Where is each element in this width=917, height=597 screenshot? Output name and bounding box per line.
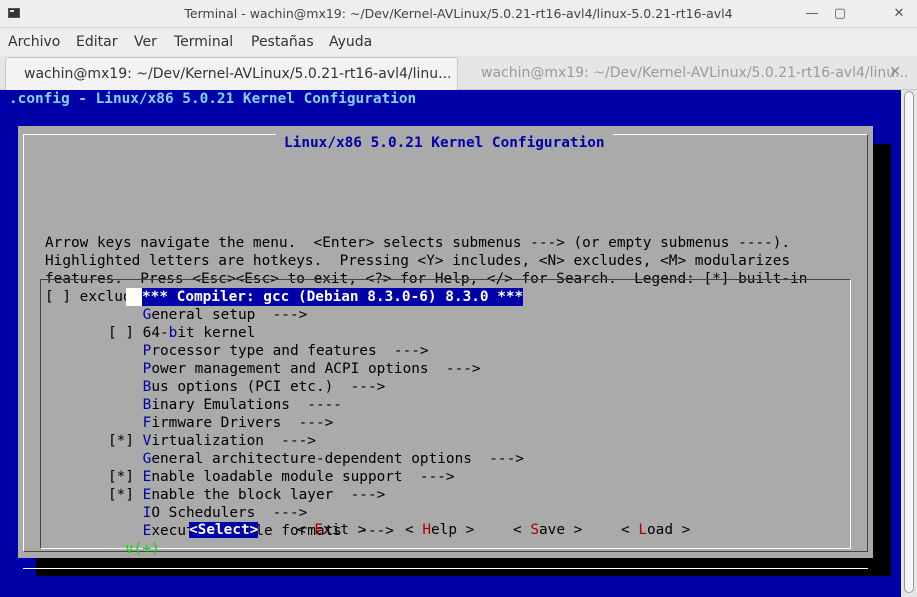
tab-bar: wachin@mx19: ~/Dev/Kernel-AVLinux/5.0.21… — [0, 56, 917, 90]
help-button[interactable]: < Help > — [405, 521, 474, 539]
close-icon[interactable]: ✕ — [889, 4, 909, 24]
terminal-area[interactable]: .config - Linux/x86 5.0.21 Kernel Config… — [0, 90, 901, 597]
menu-bar: Archivo Editar Ver Terminal Pestañas Ayu… — [0, 28, 917, 56]
menu-terminal[interactable]: Terminal — [174, 34, 233, 50]
window-title: Terminal - wachin@mx19: ~/Dev/Kernel-AVL… — [184, 6, 733, 21]
title-bar: Terminal - wachin@mx19: ~/Dev/Kernel-AVL… — [0, 0, 917, 28]
menu-editar[interactable]: Editar — [76, 34, 117, 50]
minimize-icon[interactable]: — — [802, 4, 822, 24]
terminal-scrollbar[interactable] — [901, 90, 917, 597]
select-button[interactable]: <Select> — [189, 521, 259, 539]
load-button[interactable]: < Load > — [621, 521, 690, 539]
save-button[interactable]: < Save > — [513, 521, 582, 539]
tab-label: wachin@mx19: ~/Dev/Kernel-AVLinux/5.0.21… — [24, 66, 452, 82]
menu-ayuda[interactable]: Ayuda — [329, 34, 372, 50]
scrollbar-thumb[interactable] — [904, 91, 914, 593]
menu-ver[interactable]: Ver — [134, 34, 157, 50]
tab-inactive[interactable]: wachin@mx19: ~/Dev/Kernel-AVLinux/5.0.21… — [463, 57, 913, 90]
maximize-icon[interactable]: ▢ — [830, 4, 850, 24]
tab-label: wachin@mx19: ~/Dev/Kernel-AVLinux/5.0.21… — [481, 65, 909, 81]
tab-close-icon[interactable]: ✕ — [889, 64, 901, 80]
tab-active[interactable]: wachin@mx19: ~/Dev/Kernel-AVLinux/5.0.21… — [5, 57, 458, 90]
button-row: <Select> < Exit > < Help > < Save > < Lo… — [18, 90, 873, 590]
menu-archivo[interactable]: Archivo — [8, 34, 60, 50]
exit-button[interactable]: < Exit > — [297, 521, 366, 539]
menu-pestanas[interactable]: Pestañas — [251, 34, 314, 50]
